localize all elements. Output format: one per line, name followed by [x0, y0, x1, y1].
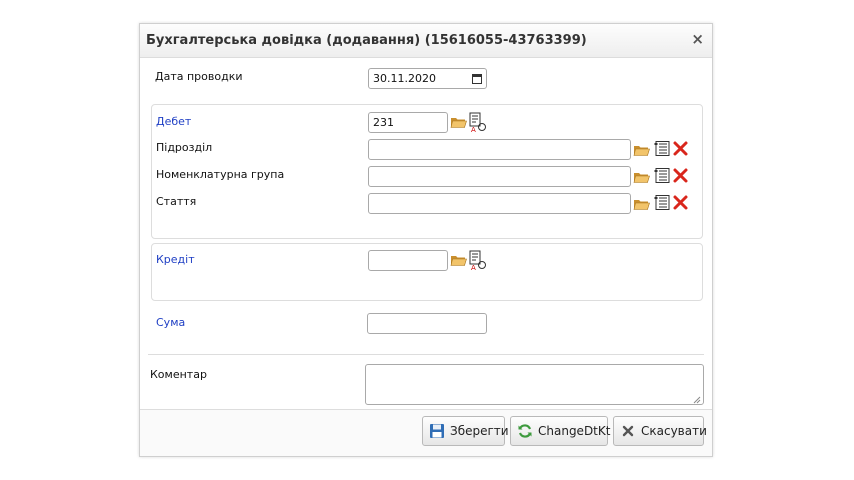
refresh-icon [517, 423, 533, 439]
dialog-body: Дата проводки 30.11.2020 Дебет 231 A Під… [140, 58, 712, 409]
svg-text:A: A [471, 126, 476, 133]
change-dtkt-button[interactable]: ChangeDtKt [510, 416, 611, 446]
subdivision-input[interactable] [368, 139, 631, 160]
sum-label: Сума [156, 316, 186, 329]
folder-open-icon[interactable] [633, 169, 650, 186]
change-dtkt-button-label: ChangeDtKt [538, 424, 611, 438]
comment-textarea[interactable] [365, 364, 704, 405]
debet-input[interactable]: 231 [368, 112, 448, 133]
credit-label: Кредіт [156, 253, 195, 266]
list-icon[interactable] [654, 194, 671, 211]
date-label: Дата проводки [155, 70, 243, 83]
debet-label: Дебет [156, 115, 192, 128]
sum-input[interactable] [367, 313, 487, 334]
cancel-button[interactable]: Скасувати [613, 416, 707, 446]
subdivision-label: Підрозділ [156, 141, 213, 154]
dialog-titlebar[interactable]: Бухгалтерська довідка (додавання) (15616… [140, 24, 712, 58]
delete-icon[interactable] [672, 194, 689, 211]
list-icon[interactable] [654, 167, 671, 184]
dialog-footer: Зберегти ChangeDtKt Скасувати [140, 409, 712, 456]
x-icon [620, 423, 636, 439]
dialog-title: Бухгалтерська довідка (додавання) (15616… [146, 33, 587, 48]
section-divider [148, 354, 704, 355]
calendar-icon[interactable] [472, 73, 482, 84]
save-button[interactable]: Зберегти [422, 416, 509, 446]
folder-open-icon[interactable] [450, 114, 467, 131]
save-button-label: Зберегти [450, 424, 509, 438]
cancel-button-label: Скасувати [641, 424, 707, 438]
article-input[interactable] [368, 193, 631, 214]
account-card-icon[interactable]: A [468, 250, 487, 271]
article-label: Стаття [156, 195, 197, 208]
list-icon[interactable] [654, 140, 671, 157]
folder-open-icon[interactable] [633, 142, 650, 159]
resize-grip-icon[interactable] [693, 394, 701, 404]
nomenclature-input[interactable] [368, 166, 631, 187]
accounting-note-dialog: Бухгалтерська довідка (додавання) (15616… [139, 23, 713, 457]
folder-open-icon[interactable] [633, 196, 650, 213]
folder-open-icon[interactable] [450, 252, 467, 269]
date-input[interactable]: 30.11.2020 [368, 68, 487, 89]
floppy-disk-icon [429, 423, 445, 439]
credit-input[interactable] [368, 250, 448, 271]
svg-text:A: A [471, 264, 476, 271]
close-icon[interactable]: × [691, 31, 704, 47]
delete-icon[interactable] [672, 140, 689, 157]
account-card-icon[interactable]: A [468, 112, 487, 133]
date-value: 30.11.2020 [373, 72, 436, 85]
delete-icon[interactable] [672, 167, 689, 184]
nomenclature-label: Номенклатурна група [156, 168, 285, 181]
comment-label: Коментар [150, 368, 207, 381]
